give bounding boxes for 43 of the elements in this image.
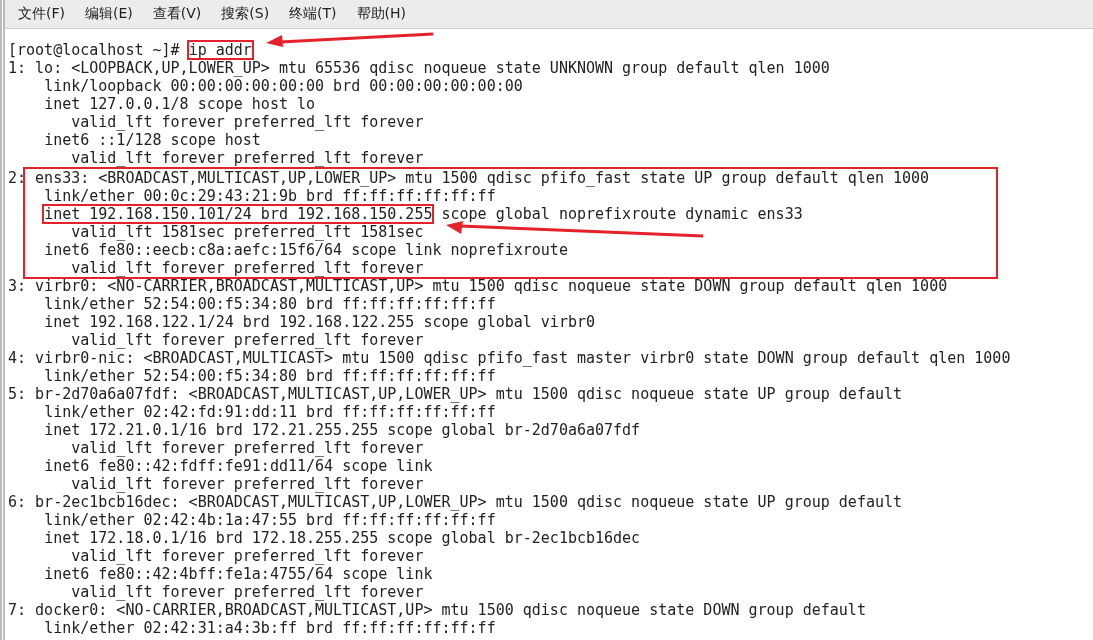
menu-item[interactable]: 帮助(H) <box>349 3 414 25</box>
terminal-text: valid_lft forever preferred_lft forever <box>71 583 424 601</box>
terminal-text: valid_lft forever preferred_lft forever <box>71 331 424 349</box>
arrow-icon <box>446 222 705 238</box>
terminal-text: inet6 fe80::42:fdff:fe91:dd11/64 scope link <box>44 457 433 475</box>
menu-item[interactable]: 搜索(S) <box>214 3 277 25</box>
terminal-text: 5: br-2d70a6a07fdf: <BROADCAST,MULTICAST,UP,LOWER_UP> mtu 1500 qdisc noqueue state UP group default <box>8 385 903 403</box>
terminal-text: 2: ens33: <BROADCAST,MULTICAST,UP,LOWER_UP> mtu 1500 qdisc pfifo_fast state UP group default qlen 1000 <box>8 169 930 187</box>
terminal-text: inet 172.18.0.1/16 brd 172.18.255.255 scope global br-2ec1bcb16dec <box>44 529 641 547</box>
terminal-text: link/ether 02:42:4b:1a:47:55 brd ff:ff:ff:ff:ff:ff <box>44 511 496 529</box>
terminal-text: scope global noprefixroute dynamic ens33 <box>440 205 803 223</box>
terminal-text: inet6 fe80::eecb:c8a:aefc:15f6/64 scope link noprefixroute <box>44 241 568 259</box>
terminal-text: 1: lo: <LOOPBACK,UP,LOWER_UP> mtu 65536 qdisc noqueue state UNKNOWN group default qlen 1000 <box>8 59 830 77</box>
menu-item[interactable]: 查看(V) <box>145 3 209 25</box>
terminal-text: link/ether 52:54:00:f5:34:80 brd ff:ff:ff:ff:ff:ff <box>44 367 496 385</box>
terminal-text: 3: virbr0: <NO-CARRIER,BROADCAST,MULTICAST,UP> mtu 1500 qdisc noqueue state DOWN group default qlen 1000 <box>8 277 948 295</box>
terminal-text: 4: virbr0-nic: <BROADCAST,MULTICAST> mtu 1500 qdisc pfifo_fast master virbr0 state DOWN group default qlen 1000 <box>8 349 1011 367</box>
terminal-text: valid_lft forever preferred_lft forever <box>71 259 424 277</box>
terminal-text: 7: docker0: <NO-CARRIER,BROADCAST,MULTICAST,UP> mtu 1500 qdisc noqueue state DOWN group default <box>8 601 866 619</box>
terminal-text: inet6 ::1/128 scope host <box>44 131 261 149</box>
terminal-text: link/ether 02:42:fd:91:dd:11 brd ff:ff:ff:ff:ff:ff <box>44 403 496 421</box>
terminal-text: valid_lft forever preferred_lft forever <box>71 113 424 131</box>
terminal-text: valid_lft 1581sec preferred_lft 1581sec <box>71 223 424 241</box>
terminal-text: inet 192.168.122.1/24 brd 192.168.122.255 scope global virbr0 <box>44 313 595 331</box>
menu-item[interactable]: 终端(T) <box>282 3 344 25</box>
shell-prompt: [root@localhost ~]# <box>8 41 180 59</box>
terminal-text: link/ether 00:0c:29:43:21:9b brd ff:ff:ff:ff:ff:ff <box>44 187 496 205</box>
terminal-text: valid_lft forever preferred_lft forever <box>71 547 424 565</box>
arrow-icon <box>265 32 434 46</box>
terminal-text: link/loopback 00:00:00:00:00:00 brd 00:00:00:00:00:00 <box>44 77 523 95</box>
terminal-text: valid_lft forever preferred_lft forever <box>71 475 424 493</box>
terminal-text: inet 127.0.0.1/8 scope host lo <box>44 95 316 113</box>
terminal-text: valid_lft forever preferred_lft forever <box>71 149 424 167</box>
terminal-text: valid_lft forever preferred_lft forever <box>71 439 424 457</box>
menu-item[interactable]: 文件(F) <box>11 3 72 25</box>
terminal-text: inet6 fe80::42:4bff:fe1a:4755/64 scope link <box>44 565 433 583</box>
terminal-text: link/ether 52:54:00:f5:34:80 brd ff:ff:ff:ff:ff:ff <box>44 295 496 313</box>
terminal-text: 6: br-2ec1bcb16dec: <BROADCAST,MULTICAST,UP,LOWER_UP> mtu 1500 qdisc noqueue state UP group default <box>8 493 903 511</box>
terminal-text: inet 172.21.0.1/16 brd 172.21.255.255 scope global br-2d70a6a07fdf <box>44 421 641 439</box>
menu-item[interactable]: 编辑(E) <box>78 3 140 25</box>
highlighted-command: ip addr <box>188 42 252 58</box>
terminal-text: link/ether 02:42:31:a4:3b:ff brd ff:ff:ff:ff:ff:ff <box>44 619 496 637</box>
highlighted-text: inet 192.168.150.101/24 brd 192.168.150.255 <box>44 206 433 222</box>
